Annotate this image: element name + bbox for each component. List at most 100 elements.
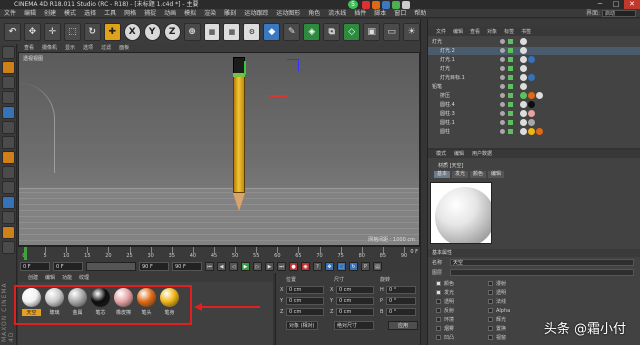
tray-app-icon[interactable] — [362, 0, 370, 9]
viewport-menu-item[interactable]: 过滤 — [101, 44, 111, 52]
object-tag-icon[interactable] — [528, 92, 535, 99]
object-tag-icon[interactable] — [528, 110, 535, 117]
y-axis-gizmo[interactable] — [244, 61, 246, 75]
timeline-window-icon[interactable]: ▤ — [373, 262, 382, 271]
camera-icon[interactable]: ▭ — [383, 22, 401, 41]
attribute-menu-item[interactable]: 模式 — [436, 150, 446, 158]
maximize-button[interactable]: □ — [608, 0, 624, 9]
menu-item[interactable]: 模拟 — [184, 9, 196, 18]
channel-checkbox[interactable]: 反射 — [436, 307, 454, 315]
keyframe-selection-icon[interactable]: ? — [313, 262, 322, 271]
visibility-dot-icon[interactable] — [500, 111, 505, 116]
scale-icon[interactable]: ⬚ — [63, 22, 81, 41]
layer-field[interactable] — [450, 269, 634, 276]
object-row[interactable]: 灯光 — [428, 38, 640, 46]
visibility-dot-icon[interactable] — [500, 84, 505, 89]
close-button[interactable]: ✕ — [624, 0, 640, 9]
object-row[interactable]: 圆柱 — [428, 128, 640, 136]
next-frame-icon[interactable]: ▷ — [253, 262, 262, 271]
enabled-check-icon[interactable] — [508, 102, 513, 107]
object-tag-icon[interactable] — [520, 92, 527, 99]
object-menu-item[interactable]: 文件 — [436, 28, 446, 36]
menu-item[interactable]: 网格 — [124, 9, 136, 18]
material-menu-item[interactable]: 纹理 — [79, 274, 89, 282]
render-settings-icon[interactable]: ⚙ — [243, 22, 261, 41]
object-tag-icon[interactable] — [528, 56, 535, 63]
checkbox-box[interactable] — [436, 317, 441, 322]
y-axis-button[interactable]: Y — [143, 22, 161, 41]
x-axis-gizmo[interactable] — [269, 95, 287, 97]
coordinate-mode-select[interactable]: 对象 (相对) — [286, 321, 318, 330]
checkbox-box[interactable] — [436, 290, 441, 295]
max-frame-field[interactable]: 90 F — [139, 262, 169, 271]
go-to-end-icon[interactable]: ⏭ — [277, 262, 286, 271]
viewport-menu-item[interactable]: 选项 — [83, 44, 93, 52]
playhead[interactable] — [24, 247, 27, 261]
menu-item[interactable]: 捕捉 — [144, 9, 156, 18]
enabled-check-icon[interactable] — [508, 93, 513, 98]
move-tool-icon[interactable]: ✥ — [23, 22, 41, 41]
visibility-dot-icon[interactable] — [500, 75, 505, 80]
polygons-mode-icon[interactable] — [2, 136, 15, 149]
pen-icon[interactable]: ✎ — [283, 22, 301, 41]
object-row[interactable]: 圆柱.4 — [428, 101, 640, 109]
undo-icon[interactable]: ↶ — [4, 22, 21, 41]
edges-mode-icon[interactable] — [2, 121, 15, 134]
pencil-tip[interactable] — [233, 193, 245, 211]
object-menu-item[interactable]: 书签 — [521, 28, 531, 36]
channel-checkbox[interactable]: 置换 — [488, 325, 506, 333]
x-axis-button[interactable]: X — [123, 22, 141, 41]
enabled-check-icon[interactable] — [508, 111, 513, 116]
enabled-check-icon[interactable] — [508, 75, 513, 80]
checkbox-box[interactable] — [436, 281, 441, 286]
size-mode-select[interactable]: 绝对尺寸 — [334, 321, 374, 330]
object-manager[interactable]: 灯光 灯光.2 灯光.1 灯光 灯光目标.1 铅笔 挤压 圆柱.4 圆柱.3 圆柱.1 圆柱 — [428, 36, 640, 148]
tab-basic[interactable]: 基本 — [434, 171, 451, 178]
object-tag-icon[interactable] — [536, 128, 543, 135]
position-x-field[interactable]: 0 cm — [286, 285, 324, 294]
range-slider[interactable] — [86, 262, 136, 271]
light-icon[interactable]: ☀ — [403, 22, 421, 41]
rotation-b-field[interactable]: 0 ° — [386, 307, 416, 316]
viewport-menu-item[interactable]: 面板 — [119, 44, 129, 52]
checkbox-box[interactable] — [488, 335, 493, 340]
enabled-check-icon[interactable] — [508, 120, 513, 125]
min-frame-field[interactable]: 0 F — [53, 262, 83, 271]
menu-item[interactable]: 模式 — [64, 9, 76, 18]
object-tag-icon[interactable] — [520, 83, 527, 90]
previous-frame-icon[interactable]: ◁ — [229, 262, 238, 271]
array-icon[interactable]: ⧉ — [323, 22, 341, 41]
object-tag-icon[interactable] — [528, 101, 535, 108]
material-menu-item[interactable]: 创建 — [28, 274, 38, 282]
timeline[interactable]: 051015202530354045505560657075808590 0 F — [18, 246, 420, 261]
tray-app-icon[interactable] — [392, 0, 400, 9]
position-z-field[interactable]: 0 cm — [286, 307, 324, 316]
end-frame-field[interactable]: 90 F — [172, 262, 202, 271]
object-row[interactable]: 灯光 — [428, 65, 640, 73]
tray-app-icon[interactable] — [372, 0, 380, 9]
checkbox-box[interactable] — [488, 317, 493, 322]
object-menu-item[interactable]: 对象 — [487, 28, 497, 36]
planar-workplane-icon[interactable] — [2, 211, 15, 224]
object-tag-icon[interactable] — [520, 119, 527, 126]
position-key-icon[interactable]: ✥ — [325, 262, 334, 271]
texture-mode-icon[interactable] — [2, 76, 15, 89]
channel-checkbox[interactable]: 颜色 — [436, 280, 454, 288]
tray-app-icon[interactable] — [382, 0, 390, 9]
object-tag-icon[interactable] — [520, 65, 527, 72]
render-picture-viewer-icon[interactable]: ▦ — [223, 22, 241, 41]
object-row[interactable]: 挤压 — [428, 92, 640, 100]
rotation-h-field[interactable]: 0 ° — [386, 285, 416, 294]
rotation-key-icon[interactable]: ↻ — [349, 262, 358, 271]
enabled-check-icon[interactable] — [508, 57, 513, 62]
menu-item[interactable]: 编辑 — [24, 9, 36, 18]
checkbox-box[interactable] — [436, 335, 441, 340]
material-menu-item[interactable]: 编辑 — [45, 274, 55, 282]
menu-item[interactable]: 选择 — [84, 9, 96, 18]
snap-icon[interactable] — [2, 166, 15, 179]
object-tag-icon[interactable] — [536, 92, 543, 99]
viewport-menu-item[interactable]: 显示 — [65, 44, 75, 52]
menu-item[interactable]: 角色 — [308, 9, 320, 18]
channel-checkbox[interactable]: 烟雾 — [436, 325, 454, 333]
object-row[interactable]: 灯光.1 — [428, 56, 640, 64]
